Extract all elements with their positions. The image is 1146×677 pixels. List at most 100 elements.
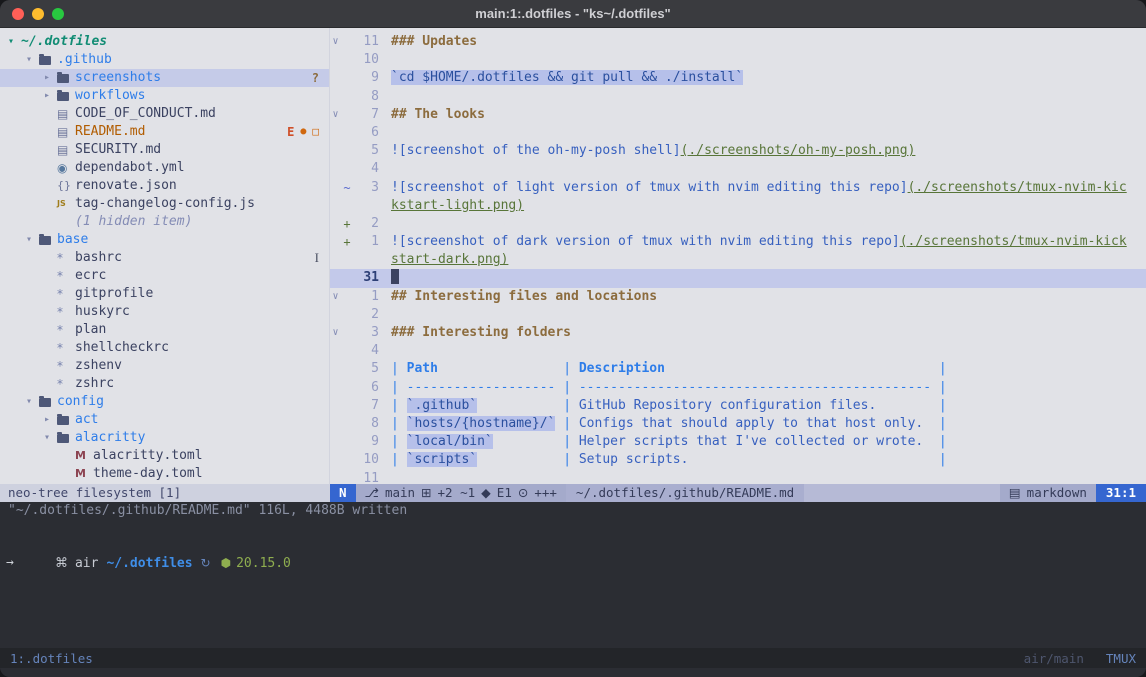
editor-line[interactable]: 2 [330, 306, 1146, 324]
editor-line[interactable]: 7| `.github` | GitHub Repository configu… [330, 397, 1146, 415]
tree-item-code-of-conduct-md[interactable]: ▤CODE_OF_CONDUCT.md [0, 105, 329, 123]
expander-icon[interactable]: ▾ [26, 393, 39, 411]
line-number: 10 [353, 451, 379, 469]
tree-item-bashrc[interactable]: *bashrcI [0, 249, 329, 267]
tmux-window[interactable]: 1:.dotfiles [10, 651, 93, 666]
tree-item-screenshots[interactable]: ▸screenshots? [0, 69, 329, 87]
tree-item-theme-day-toml[interactable]: Mtheme-day.toml [0, 465, 329, 483]
mode-indicator: N [330, 484, 356, 502]
editor-line[interactable]: 4 [330, 160, 1146, 178]
editor-buffer[interactable]: ∨11### Updates109`cd $HOME/.dotfiles && … [330, 28, 1146, 484]
tree-item-zshrc[interactable]: *zshrc [0, 375, 329, 393]
editor-line[interactable]: ∨1## Interesting files and locations [330, 288, 1146, 306]
tree-item-github[interactable]: ▾.github [0, 51, 329, 69]
editor-line[interactable]: 10 [330, 51, 1146, 69]
editor-line[interactable]: 9`cd $HOME/.dotfiles && git pull && ./in… [330, 69, 1146, 87]
zoom-button[interactable] [52, 8, 64, 20]
expander-icon[interactable]: ▸ [44, 87, 57, 105]
statusline-fill: ~/.dotfiles/.github/README.md [566, 484, 1000, 502]
tree-item-1-hidden-item[interactable]: (1 hidden item) [0, 213, 329, 231]
git-branch: main [385, 484, 415, 502]
tree-item-dotfiles[interactable]: ▾~/.dotfiles [0, 33, 329, 51]
tree-item-config[interactable]: ▾config [0, 393, 329, 411]
tree-item-alacritty[interactable]: ▾ alacritty [0, 429, 329, 447]
line-text [379, 51, 1146, 69]
tree-item-dependabot-yml[interactable]: ◉dependabot.yml [0, 159, 329, 177]
fold-icon[interactable]: ∨ [330, 106, 341, 124]
tree-item-readme-md[interactable]: ▤README.mdE●□ [0, 123, 329, 141]
editor-line[interactable]: +2 [330, 215, 1146, 233]
expander-icon[interactable]: ▾ [26, 231, 39, 249]
sign-column [341, 51, 353, 69]
terminal-pane[interactable]: ⌘air~/.dotfiles↻⬢20.15.0 → 1:.dotfiles a… [0, 520, 1146, 677]
fold-column [330, 160, 341, 178]
gitsign-change: ~ [341, 179, 353, 197]
editor-line[interactable]: 9| `local/bin` | Helper scripts that I'v… [330, 433, 1146, 451]
untracked-badge: ? [312, 69, 319, 87]
tree-item-huskyrc[interactable]: *huskyrc [0, 303, 329, 321]
line-number [353, 197, 379, 215]
expander-icon[interactable]: ▾ [26, 51, 39, 69]
tree-item-alacritty-toml[interactable]: Malacritty.toml [0, 447, 329, 465]
sign-column [341, 251, 353, 269]
minimize-button[interactable] [32, 8, 44, 20]
tree-item-ecrc[interactable]: *ecrc [0, 267, 329, 285]
sh-file-icon: * [57, 249, 75, 267]
tree-item-renovate-json[interactable]: {}renovate.json [0, 177, 329, 195]
close-button[interactable] [12, 8, 24, 20]
text-segment: | [939, 416, 947, 431]
expander-icon[interactable]: ▾ [44, 429, 57, 447]
tmux-session: air/main [1024, 651, 1084, 666]
tree-item-label: dependabot.yml [75, 159, 185, 177]
tree-item-label: huskyrc [75, 303, 130, 321]
fold-icon[interactable]: ∨ [330, 33, 341, 51]
prompt-arrow: → [6, 555, 14, 570]
line-text: ## Interesting files and locations [379, 288, 1146, 306]
expander-icon[interactable]: ▸ [44, 411, 57, 429]
tree-item-workflows[interactable]: ▸workflows [0, 87, 329, 105]
editor-line[interactable]: 11 [330, 470, 1146, 485]
tree-item-tag-changelog-config-js[interactable]: JStag-changelog-config.js [0, 195, 329, 213]
text-segment [477, 452, 563, 467]
tree-item-gitprofile[interactable]: *gitprofile [0, 285, 329, 303]
editor-line[interactable]: 6| ------------------- | ---------------… [330, 379, 1146, 397]
text-segment: | [391, 434, 407, 449]
editor-line[interactable]: 6 [330, 124, 1146, 142]
tree-item-security-md[interactable]: ▤SECURITY.md [0, 141, 329, 159]
editor-line[interactable]: 10| `scripts` | Setup scripts. | [330, 451, 1146, 469]
text-segment: `hosts/{hostname}/` [407, 416, 556, 431]
editor-line[interactable]: 4 [330, 342, 1146, 360]
editor-line[interactable]: 8 [330, 88, 1146, 106]
editor-line[interactable]: 31 [330, 269, 1146, 287]
prompt-input-line[interactable]: → [0, 554, 1146, 572]
expander-icon[interactable]: ▾ [8, 33, 21, 51]
editor-line[interactable]: 8| `hosts/{hostname}/` | Configs that sh… [330, 415, 1146, 433]
tree-item-shellcheckrc[interactable]: *shellcheckrc [0, 339, 329, 357]
tree-item-plan[interactable]: *plan [0, 321, 329, 339]
tree-item-base[interactable]: ▾base [0, 231, 329, 249]
tree-item-zshenv[interactable]: *zshenv [0, 357, 329, 375]
sh-file-icon: * [57, 357, 75, 375]
editor-line[interactable]: 5| Path | Description | [330, 360, 1146, 378]
expander-icon[interactable]: ▸ [44, 69, 57, 87]
text-segment: ![screenshot of dark version of tmux wit… [391, 234, 900, 249]
tree-item-label: alacritty [75, 429, 145, 447]
editor-line[interactable]: start-dark.png) [330, 251, 1146, 269]
icon-slot [57, 416, 75, 425]
editor-line[interactable]: kstart-light.png) [330, 197, 1146, 215]
editor-line[interactable]: 5![screenshot of the oh-my-posh shell](.… [330, 142, 1146, 160]
editor-line[interactable]: ∨11### Updates [330, 33, 1146, 51]
editor-line[interactable]: ~3![screenshot of light version of tmux … [330, 179, 1146, 197]
tree-item-label: bashrc [75, 249, 122, 267]
fold-icon[interactable]: ∨ [330, 324, 341, 342]
line-text [379, 88, 1146, 106]
editor-line[interactable]: ∨7## The looks [330, 106, 1146, 124]
tree-item-act[interactable]: ▸act [0, 411, 329, 429]
tree-item-label: shellcheckrc [75, 339, 169, 357]
fold-column [330, 251, 341, 269]
fold-icon[interactable]: ∨ [330, 288, 341, 306]
neo-tree-panel[interactable]: ▾~/.dotfiles▾.github▸screenshots?▸workfl… [0, 28, 330, 484]
editor-line[interactable]: +1![screenshot of dark version of tmux w… [330, 233, 1146, 251]
editor-line[interactable]: ∨3### Interesting folders [330, 324, 1146, 342]
line-text [379, 160, 1146, 178]
